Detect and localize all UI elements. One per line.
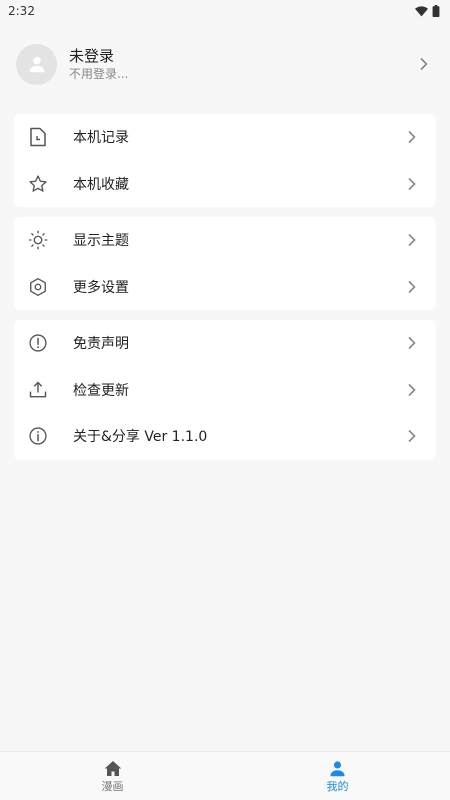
menu-item-label: 本机记录 <box>73 130 129 147</box>
history-doc-icon <box>27 126 49 148</box>
nav-label: 漫画 <box>101 780 124 793</box>
profile-header[interactable]: 未登录 不用登录... <box>0 38 450 90</box>
profile-subtitle: 不用登录... <box>69 66 129 81</box>
upload-icon <box>27 379 49 401</box>
wifi-icon <box>415 5 428 16</box>
chevron-right-icon <box>402 130 422 144</box>
avatar <box>16 43 57 85</box>
chevron-right-icon <box>402 280 422 294</box>
menu-item-label: 显示主题 <box>73 233 129 250</box>
menu-item-check-update[interactable]: 检查更新 <box>14 367 436 414</box>
menu-item-disclaimer[interactable]: 免责声明 <box>14 320 436 367</box>
menu-group-settings: 显示主题 更多设置 <box>14 217 436 310</box>
star-icon <box>27 173 49 195</box>
menu-item-label: 关于&分享 Ver 1.1.0 <box>73 429 208 446</box>
nav-tab-comics[interactable]: 漫画 <box>0 752 225 800</box>
chevron-right-icon <box>402 383 422 397</box>
status-time: 2:32 <box>8 4 35 18</box>
battery-icon <box>432 5 440 17</box>
menu-item-more-settings[interactable]: 更多设置 <box>14 264 436 311</box>
brightness-icon <box>27 229 49 251</box>
profile-name: 未登录 <box>69 46 115 65</box>
menu-item-label: 检查更新 <box>73 382 129 399</box>
chevron-right-icon <box>402 429 422 443</box>
menu-item-local-favorites[interactable]: 本机收藏 <box>14 161 436 208</box>
menu-item-label: 更多设置 <box>73 279 129 296</box>
alert-circle-icon <box>27 332 49 354</box>
menu-item-display-theme[interactable]: 显示主题 <box>14 217 436 264</box>
chevron-right-icon <box>402 177 422 191</box>
home-icon <box>104 758 122 778</box>
menu-item-label: 免责声明 <box>73 336 129 353</box>
info-icon <box>27 425 49 447</box>
avatar-person-icon <box>29 56 44 73</box>
menu-item-label: 本机收藏 <box>73 176 129 193</box>
bottom-nav: 漫画 我的 <box>0 751 450 800</box>
nav-tab-mine[interactable]: 我的 <box>225 752 450 800</box>
settings-hex-icon <box>27 276 49 298</box>
chevron-right-icon <box>402 233 422 247</box>
nav-label: 我的 <box>326 780 349 793</box>
menu-item-about-share[interactable]: 关于&分享 Ver 1.1.0 <box>14 413 436 460</box>
menu-group-about: 免责声明 检查更新 关于&分享 Ver 1.1.0 <box>14 320 436 460</box>
person-icon <box>329 758 346 778</box>
status-icons <box>415 5 440 17</box>
menu-group-records: 本机记录 本机收藏 <box>14 114 436 207</box>
chevron-right-icon <box>414 57 434 71</box>
menu-item-local-history[interactable]: 本机记录 <box>14 114 436 161</box>
chevron-right-icon <box>402 336 422 350</box>
status-bar: 2:32 <box>0 0 450 22</box>
